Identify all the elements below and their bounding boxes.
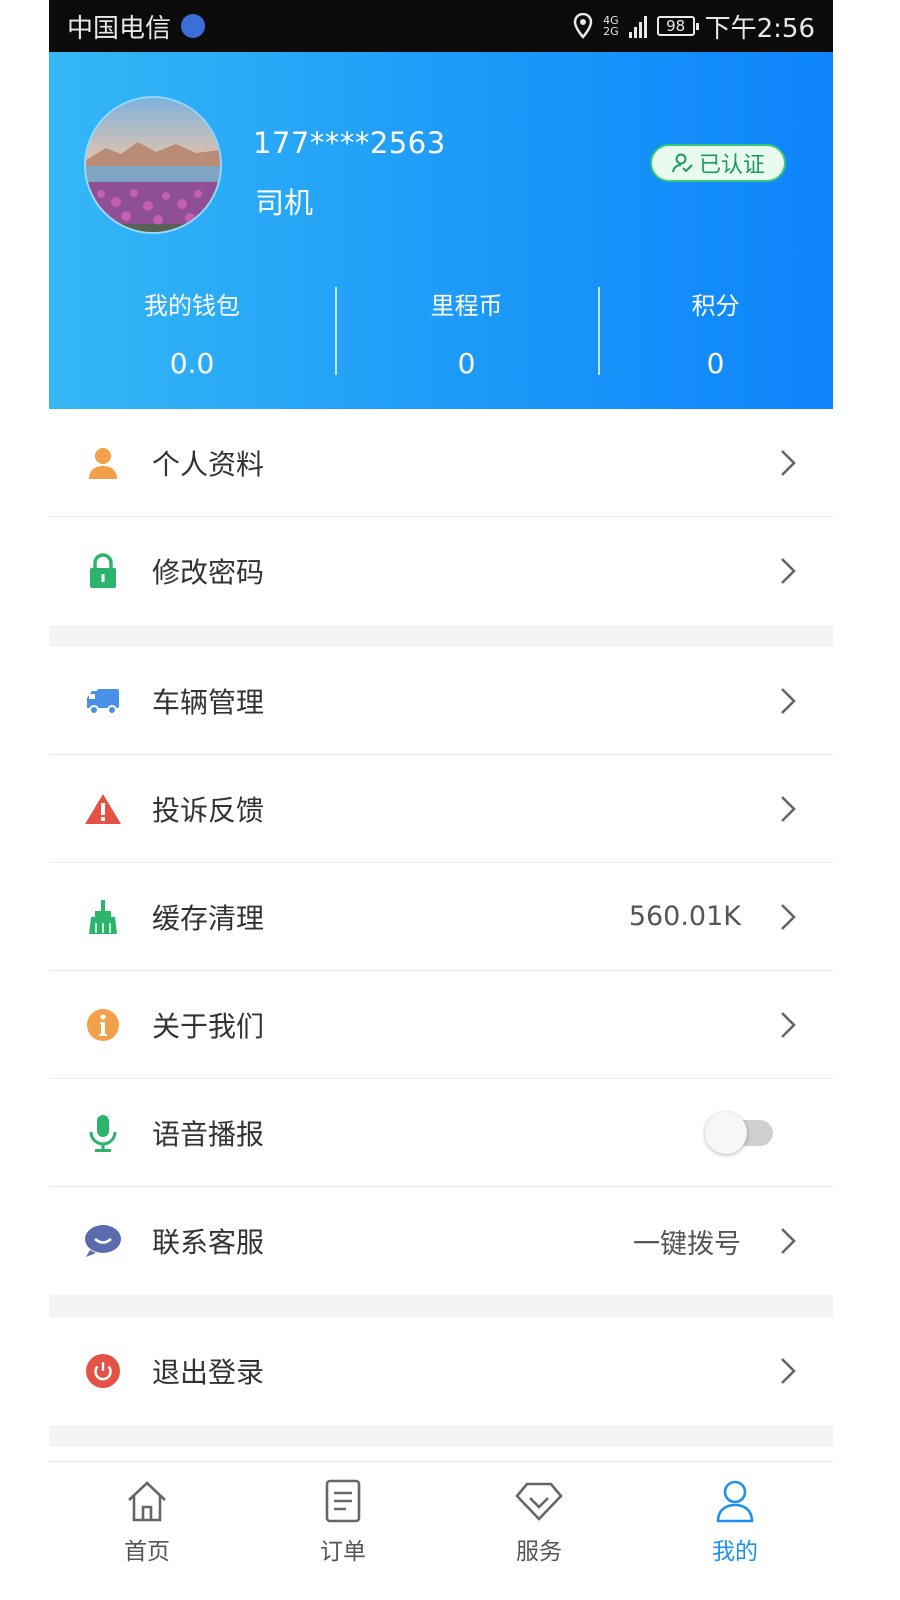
stat-value: 0	[706, 347, 725, 380]
tab-orders[interactable]: 订单	[245, 1462, 441, 1600]
warning-icon	[83, 789, 123, 829]
menu-item-clear-cache[interactable]: 缓存清理 560.01K	[49, 863, 833, 971]
hd-call-icon	[181, 14, 206, 38]
tab-profile[interactable]: 我的	[637, 1462, 833, 1600]
tab-services[interactable]: 服务	[441, 1462, 637, 1600]
chevron-right-icon	[781, 687, 796, 714]
status-bar: 中国电信 4G 2G 98 下午2:56	[49, 0, 833, 52]
tab-label: 首页	[124, 1539, 170, 1565]
user-role: 司机	[255, 186, 314, 220]
menu-item-label: 缓存清理	[152, 901, 265, 935]
profile-header: 177****2563 司机 已认证 我的钱包 0.0 里程币 0 积分 0	[49, 52, 833, 409]
user-phone: 177****2563	[253, 126, 446, 160]
menu-item-label: 车辆管理	[152, 685, 265, 719]
cache-size-value: 560.01K	[628, 901, 741, 932]
person-icon	[83, 443, 123, 483]
truck-icon	[83, 681, 123, 721]
voice-broadcast-toggle[interactable]	[705, 1111, 775, 1154]
verified-badge[interactable]: 已认证	[650, 144, 786, 182]
one-tap-dial-value[interactable]: 一键拨号	[633, 1222, 741, 1261]
menu-item-label: 退出登录	[152, 1356, 265, 1389]
info-icon	[83, 1005, 123, 1045]
section-divider	[49, 1425, 833, 1447]
avatar[interactable]	[84, 96, 222, 234]
network-bottom-label: 2G	[603, 25, 619, 38]
menu-item-voice-broadcast: 语音播报	[49, 1079, 833, 1187]
tab-home[interactable]: 首页	[49, 1462, 245, 1600]
user-icon	[716, 1480, 754, 1523]
stat-wallet[interactable]: 我的钱包 0.0	[49, 282, 335, 382]
avatar-landscape-image	[86, 98, 220, 232]
menu-item-label: 个人资料	[152, 447, 265, 481]
stat-label: 里程币	[430, 292, 503, 320]
menu-item-complaint-feedback[interactable]: 投诉反馈	[49, 755, 833, 863]
stat-points[interactable]: 积分 0	[598, 282, 833, 382]
app-screen: 中国电信 4G 2G 98 下午2:56 177****2563 司机 已认证 …	[49, 0, 833, 1600]
stats-bar: 我的钱包 0.0 里程币 0 积分 0	[49, 282, 833, 382]
chat-icon	[83, 1221, 123, 1261]
menu-item-logout[interactable]: 退出登录	[49, 1317, 833, 1425]
bottom-tab-bar: 首页 订单 服务 我的	[49, 1461, 833, 1600]
battery-icon: 98	[656, 16, 699, 36]
stat-value: 0.0	[169, 347, 215, 380]
stat-label: 我的钱包	[144, 292, 240, 320]
tab-label: 订单	[320, 1539, 366, 1565]
chevron-right-icon	[781, 903, 796, 930]
tab-label: 服务	[516, 1539, 562, 1565]
tab-label: 我的	[712, 1539, 758, 1565]
chevron-right-icon	[781, 1228, 796, 1254]
stat-label: 积分	[691, 292, 740, 320]
menu-item-contact-support[interactable]: 联系客服 一键拨号	[49, 1187, 833, 1295]
section-divider	[49, 1295, 833, 1317]
microphone-icon	[83, 1113, 123, 1153]
menu-item-label: 联系客服	[152, 1226, 265, 1259]
stat-value: 0	[457, 347, 476, 380]
menu-item-vehicle-management[interactable]: 车辆管理	[49, 647, 833, 755]
menu-item-label: 投诉反馈	[152, 793, 265, 827]
chevron-right-icon	[781, 449, 796, 476]
menu-item-label: 关于我们	[152, 1009, 265, 1043]
lock-icon	[83, 551, 123, 591]
signal-icon	[628, 14, 647, 38]
stat-mileage-coins[interactable]: 里程币 0	[335, 282, 598, 382]
chevron-right-icon	[781, 1358, 796, 1384]
chevron-right-icon	[781, 558, 796, 584]
chevron-right-icon	[781, 795, 796, 822]
verified-user-icon	[672, 153, 693, 173]
broom-icon	[83, 897, 123, 937]
toggle-knob	[705, 1111, 747, 1154]
power-icon	[83, 1351, 123, 1391]
chevron-right-icon	[781, 1011, 796, 1038]
battery-level: 98	[666, 17, 686, 35]
order-icon	[325, 1479, 361, 1523]
location-icon	[573, 13, 593, 39]
menu-item-change-password[interactable]: 修改密码	[49, 517, 833, 625]
menu-item-label: 语音播报	[152, 1117, 265, 1151]
network-type: 4G 2G	[603, 15, 619, 37]
section-divider	[49, 625, 833, 647]
carrier-label: 中国电信	[67, 13, 172, 44]
clock: 下午2:56	[704, 13, 815, 44]
diamond-icon	[515, 1482, 563, 1521]
home-icon	[128, 1481, 166, 1522]
verified-label: 已认证	[698, 153, 765, 178]
menu-item-about-us[interactable]: 关于我们	[49, 971, 833, 1079]
menu-item-profile[interactable]: 个人资料	[49, 409, 833, 517]
menu-item-label: 修改密码	[152, 556, 265, 589]
